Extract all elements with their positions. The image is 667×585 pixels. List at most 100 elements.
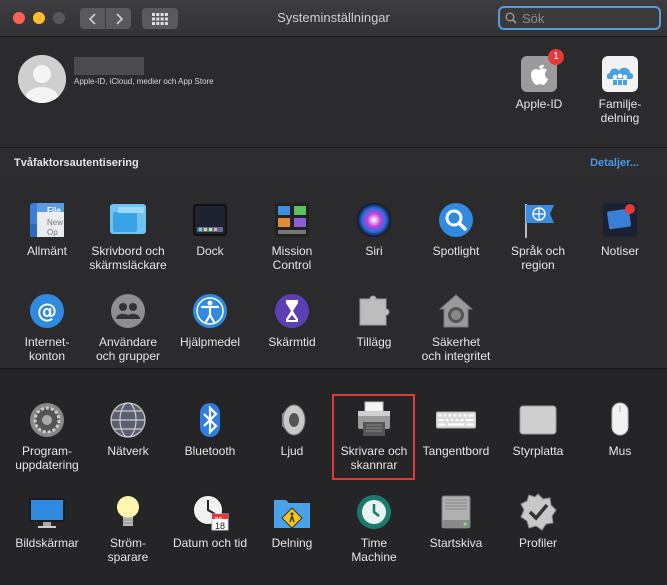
pane-extensions[interactable]: Tillägg [332,291,416,349]
mission-control-icon [272,200,312,240]
pane-label: Mus [608,444,632,458]
at-sign-icon: @ [27,291,67,331]
svg-text:@: @ [37,299,57,323]
pane-label: Nätverk [107,444,149,458]
pane-sound[interactable]: Ljud [250,400,334,458]
pane-energy-saver[interactable]: Ström- sparare [86,492,170,564]
mouse-icon [600,400,640,440]
details-link[interactable]: Detaljer... [590,157,639,169]
search-field[interactable] [498,6,661,30]
users-icon [108,291,148,331]
pane-general[interactable]: File New Op Allmänt [5,200,89,258]
pane-mission-control[interactable]: Mission Control [250,200,334,272]
house-lock-icon [436,291,476,331]
search-input[interactable] [520,9,644,27]
profiles-badge-icon [518,492,558,532]
notification-badge: 1 [548,49,564,65]
grid-icon [152,12,168,25]
pane-mouse[interactable]: Mus [578,400,662,458]
pane-displays[interactable]: Bildskärmar [5,492,89,550]
pane-bluetooth[interactable]: Bluetooth [168,400,252,458]
zoom-window-button[interactable] [53,12,65,24]
pane-language-region[interactable]: Språk och region [496,200,580,272]
pane-label: Skärmtid [268,335,316,349]
pane-date-time[interactable]: JUL 18 Datum och tid [168,492,252,550]
pane-network[interactable]: Nätverk [86,400,170,458]
pane-label: Ljud [280,444,304,458]
pane-label: Bluetooth [184,444,236,458]
notifications-icon [600,200,640,240]
chevron-right-icon [115,12,123,25]
account-subtitle[interactable]: Apple-ID, iCloud, medier och App Store [74,77,214,86]
open-text: Op [47,228,58,237]
back-button[interactable] [80,8,105,29]
apple-id-label: Apple-ID [515,97,563,111]
spotlight-icon [436,200,476,240]
keyboard-icon [435,400,477,440]
hard-drive-icon [436,492,476,532]
pane-dock[interactable]: Dock [168,200,252,258]
pane-label: Säkerhet och integritet [421,335,491,363]
pane-label: Time Machine [351,536,397,564]
calendar-day: 18 [215,521,226,531]
hourglass-icon [272,291,312,331]
username-redacted [74,57,144,75]
pane-label: Siri [365,244,383,258]
pane-accessibility[interactable]: Hjälpmedel [168,291,252,349]
bluetooth-icon [190,400,230,440]
pane-label: Spotlight [432,244,480,258]
trackpad-icon [518,400,558,440]
flag-globe-icon [518,200,558,240]
time-machine-icon [354,492,394,532]
family-sharing-pane[interactable]: Familje- delning [588,55,652,125]
lightbulb-icon [108,492,148,532]
pane-label: Datum och tid [172,536,248,550]
two-factor-row: Tvåfaktorsautentisering Detaljer... [0,148,667,178]
pane-label: Skrivbord och skärmsläckare [89,244,167,272]
pane-label: Delning [271,536,313,550]
pane-users-groups[interactable]: Användare och grupper [86,291,170,363]
desktop-icon [108,200,148,240]
pane-time-machine[interactable]: Time Machine [332,492,416,564]
pane-spotlight[interactable]: Spotlight [414,200,498,258]
pane-notifications[interactable]: Notiser [578,200,662,258]
general-icon: File New Op [27,200,67,240]
display-icon [27,492,67,532]
search-icon [505,12,517,24]
pane-trackpad[interactable]: Styrplatta [496,400,580,458]
close-window-button[interactable] [13,12,25,24]
forward-button[interactable] [106,8,131,29]
pane-label: Startskiva [429,536,483,550]
show-all-button[interactable] [142,8,178,29]
pane-profiles[interactable]: Profiler [496,492,580,550]
pane-label: Profiler [518,536,557,550]
pane-security-privacy[interactable]: Säkerhet och integritet [414,291,498,363]
pane-label: Dock [196,244,224,258]
pane-internet-accounts[interactable]: @ Internet- konton [5,291,89,363]
family-sharing-label: Familje- delning [598,97,642,125]
pane-label: Program- uppdatering [15,444,79,472]
minimize-window-button[interactable] [33,12,45,24]
pane-label: Språk och region [510,244,566,272]
pane-sharing[interactable]: Delning [250,492,334,550]
pane-label: Tillägg [356,335,392,349]
pane-label: Internet- konton [24,335,70,363]
siri-icon [354,200,394,240]
account-header: Apple-ID, iCloud, medier och App Store 1… [0,37,667,147]
user-silhouette-icon [18,55,66,103]
pane-keyboard[interactable]: Tangentbord [414,400,498,458]
pane-label: Bildskärmar [15,536,79,550]
network-globe-icon [108,400,148,440]
pane-desktop-screensaver[interactable]: Skrivbord och skärmsläckare [86,200,170,272]
pane-screen-time[interactable]: Skärmtid [250,291,334,349]
avatar[interactable] [18,55,66,103]
pane-label: Tangentbord [422,444,490,458]
sharing-folder-icon [272,492,312,532]
pane-software-update[interactable]: Program- uppdatering [5,400,89,472]
apple-id-icon: 1 [520,49,564,93]
speaker-icon [272,400,312,440]
apple-id-pane[interactable]: 1 Apple-ID [507,49,571,111]
pane-siri[interactable]: Siri [332,200,416,258]
pane-startup-disk[interactable]: Startskiva [414,492,498,550]
clock-calendar-icon: JUL 18 [190,492,230,532]
